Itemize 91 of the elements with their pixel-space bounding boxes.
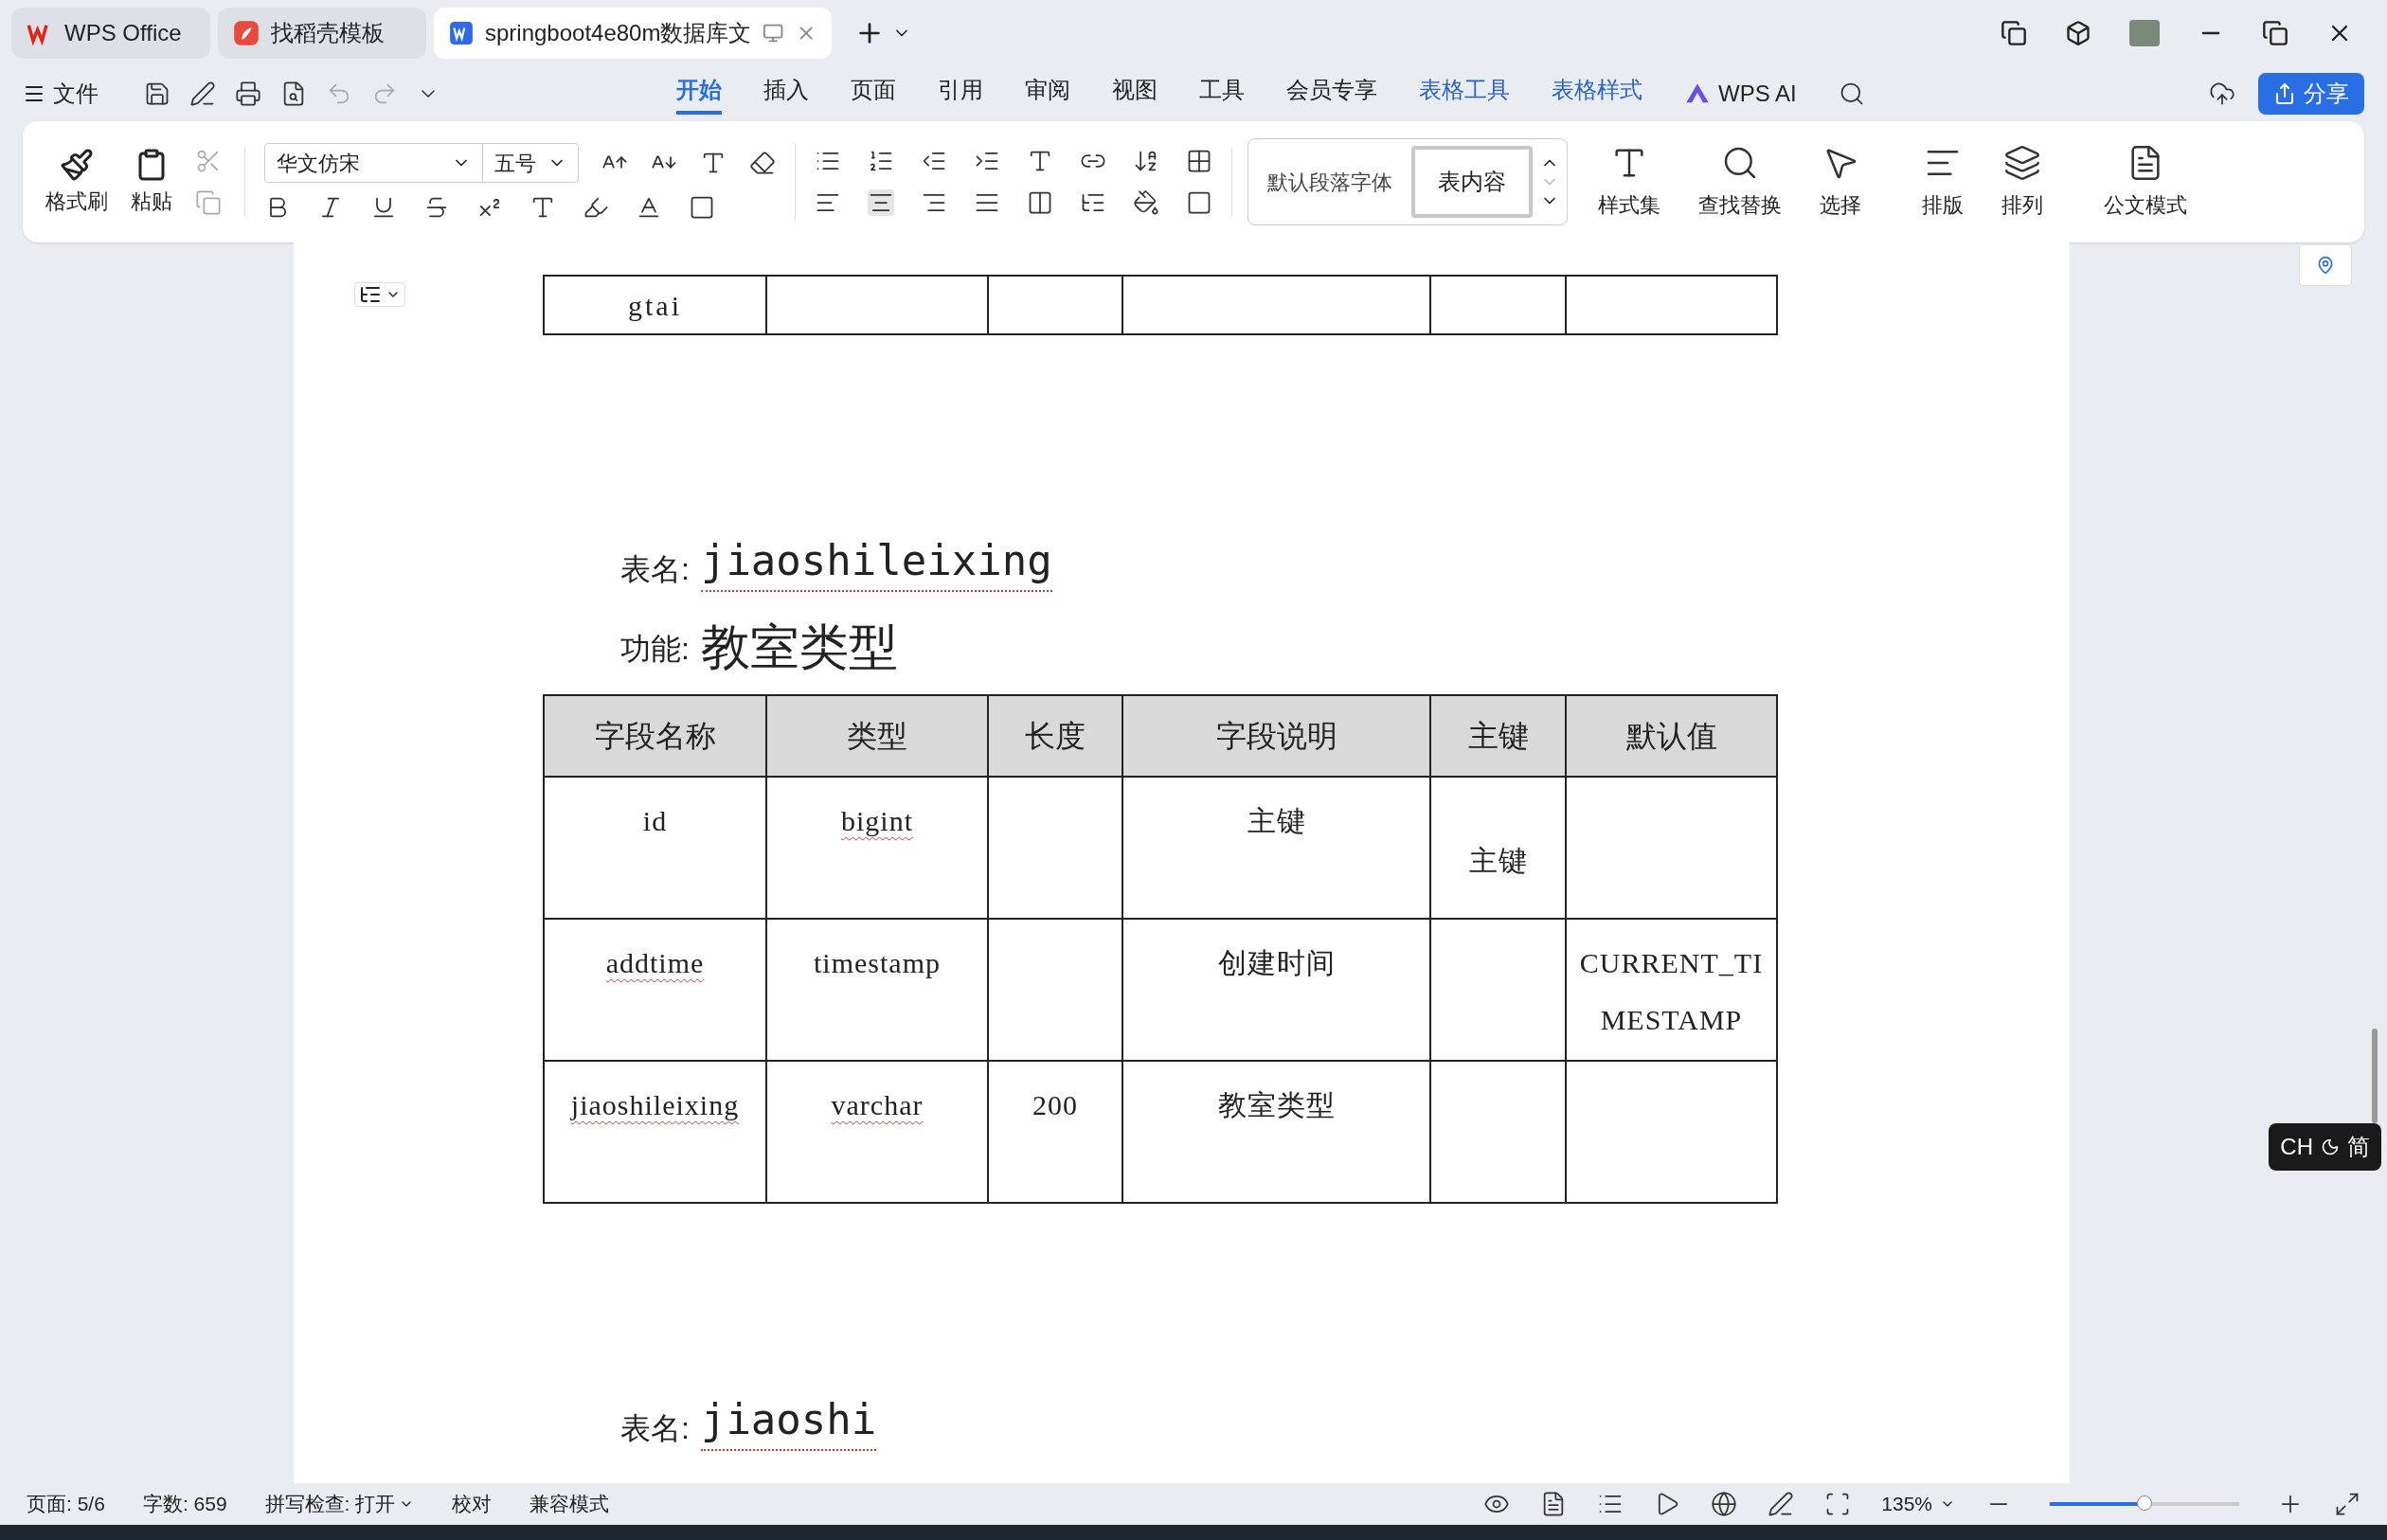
wps-ai-button[interactable]: WPS AI bbox=[1684, 77, 1797, 111]
ribbon-tab[interactable]: 引用 bbox=[938, 73, 983, 115]
cube-icon[interactable] bbox=[2065, 20, 2091, 46]
cloud-upload-icon[interactable] bbox=[2209, 81, 2235, 107]
ribbon-tab[interactable]: 审阅 bbox=[1025, 73, 1070, 115]
map-pin-icon bbox=[2316, 256, 2335, 275]
ime-language: CH bbox=[2280, 1133, 2313, 1161]
zoom-dropdown[interactable]: 135% bbox=[1881, 1489, 1955, 1519]
ribbon-tab[interactable]: 插入 bbox=[763, 73, 809, 115]
document-tab[interactable]: WPS Office bbox=[11, 8, 210, 59]
grid-icon[interactable] bbox=[1186, 148, 1212, 174]
ribbon-tab[interactable]: 会员专享 bbox=[1286, 73, 1377, 115]
paste-button[interactable]: 粘贴 bbox=[131, 147, 172, 217]
table-cell-text: CURRENT_TIMESTAMP bbox=[1579, 947, 1764, 1035]
zoom-slider-thumb[interactable] bbox=[2137, 1495, 2152, 1511]
font-dropdown[interactable]: 华文仿宋 bbox=[265, 144, 483, 182]
globe-icon[interactable] bbox=[1711, 1491, 1738, 1517]
compat-mode: 兼容模式 bbox=[529, 1492, 610, 1517]
ribbon-tab[interactable]: 表格样式 bbox=[1552, 73, 1642, 115]
table-cell-text: id bbox=[642, 805, 668, 836]
ribbon-large-button[interactable]: 查找替换 bbox=[1698, 143, 1782, 221]
ribbon-tab[interactable]: 开始 bbox=[676, 73, 722, 115]
ime-mode: 简 bbox=[2347, 1133, 2370, 1161]
column-header: 字段名称 bbox=[594, 719, 716, 753]
fullscreen-icon[interactable] bbox=[2334, 1491, 2360, 1517]
windows-icon[interactable] bbox=[2001, 20, 2027, 46]
ribbon-large-button[interactable]: 样式集 bbox=[1598, 143, 1660, 221]
align-center-icon[interactable] bbox=[868, 189, 894, 216]
column-header: 长度 bbox=[1025, 719, 1086, 753]
document-logo-icon bbox=[449, 20, 474, 46]
table-cell-text: 主键 bbox=[1247, 805, 1306, 836]
style-option[interactable]: 表内容 bbox=[1411, 146, 1533, 218]
table-name-label: 表名: bbox=[620, 1410, 690, 1447]
table-cell-text: 主键 bbox=[1468, 845, 1528, 876]
ribbon-tab[interactable]: 页面 bbox=[851, 73, 896, 115]
leaf-logo-icon bbox=[233, 20, 260, 46]
location-button[interactable] bbox=[2299, 244, 2352, 286]
shading-icon[interactable] bbox=[1133, 189, 1159, 216]
save-icon[interactable] bbox=[144, 81, 170, 107]
function-label: 功能: bbox=[620, 631, 690, 668]
tab-title: 找稻壳模板 bbox=[271, 19, 385, 47]
page-count[interactable]: 页面: 5/6 bbox=[27, 1489, 105, 1519]
table-name: jiaoshileixing bbox=[700, 534, 1052, 592]
file-menu[interactable]: 文件 bbox=[23, 77, 99, 111]
layers-icon[interactable] bbox=[2003, 143, 2041, 182]
print-icon[interactable] bbox=[235, 81, 261, 107]
table-cell-text: 教室类型 bbox=[1217, 1089, 1336, 1120]
moon-icon bbox=[2321, 1137, 2340, 1156]
ribbon-large-button[interactable]: 选择 bbox=[1820, 143, 1861, 221]
word-count[interactable]: 字数: 659 bbox=[142, 1489, 227, 1519]
column-header: 字段说明 bbox=[1215, 719, 1337, 753]
format-painter-button[interactable]: 格式刷 bbox=[45, 147, 108, 217]
column-header: 类型 bbox=[847, 719, 907, 753]
eraser-icon[interactable] bbox=[749, 150, 776, 176]
border-icon[interactable] bbox=[1186, 189, 1212, 216]
ribbon-large-button[interactable]: 公文模式 bbox=[2104, 143, 2187, 221]
table-cell-text: gtai bbox=[628, 289, 682, 321]
column-header: 主键 bbox=[1467, 719, 1529, 753]
restore-icon[interactable] bbox=[2262, 20, 2288, 46]
tab-title: WPS Office bbox=[64, 19, 182, 47]
ribbon-tab[interactable]: 工具 bbox=[1199, 73, 1245, 115]
ime-indicator[interactable]: CH 简 bbox=[2269, 1123, 2381, 1171]
table-cell-text: jiaoshileixing bbox=[570, 1089, 740, 1120]
table-cell-text: 创建时间 bbox=[1217, 947, 1336, 978]
spellcheck-toggle[interactable]: 拼写检查: 打开 bbox=[264, 1489, 415, 1519]
table-name-label: 表名: bbox=[620, 551, 690, 588]
share-icon bbox=[2273, 82, 2296, 105]
ribbon-large-button[interactable]: 排版 bbox=[1922, 143, 1964, 221]
table-cell-text: bigint bbox=[841, 805, 913, 836]
brush-icon bbox=[60, 147, 94, 182]
style-option[interactable]: 默认段落字体 bbox=[1256, 146, 1404, 218]
proofread-button[interactable]: 校对 bbox=[452, 1489, 493, 1519]
table-cell-text: timestamp bbox=[814, 947, 941, 978]
pen-icon[interactable] bbox=[1768, 1491, 1795, 1517]
table-cell-text: varchar bbox=[831, 1089, 924, 1120]
monitor-icon[interactable] bbox=[763, 22, 784, 45]
table-name: jiaoshi bbox=[700, 1393, 877, 1451]
share-button[interactable]: 分享 bbox=[2258, 73, 2364, 115]
table-cell-text: addtime bbox=[605, 947, 705, 978]
document-tab[interactable]: 找稻壳模板 bbox=[218, 8, 426, 59]
ribbon-tab[interactable]: 表格工具 bbox=[1419, 73, 1510, 115]
document-tab[interactable]: springboot4e80m数据库文 bbox=[434, 8, 832, 59]
pen-icon[interactable] bbox=[189, 81, 216, 107]
ribbon-large-button[interactable]: 排列 bbox=[2001, 143, 2043, 221]
function-name: 教室类型 bbox=[700, 622, 898, 672]
column-header: 默认值 bbox=[1625, 719, 1717, 753]
table-cell-text: 200 bbox=[1032, 1089, 1078, 1120]
scrollbar-thumb[interactable] bbox=[2372, 1029, 2378, 1123]
font-size-dropdown[interactable]: 五号 bbox=[483, 144, 578, 182]
tab-title: springboot4e80m数据库文 bbox=[485, 19, 752, 47]
ribbon-tab[interactable]: 视图 bbox=[1112, 73, 1158, 115]
